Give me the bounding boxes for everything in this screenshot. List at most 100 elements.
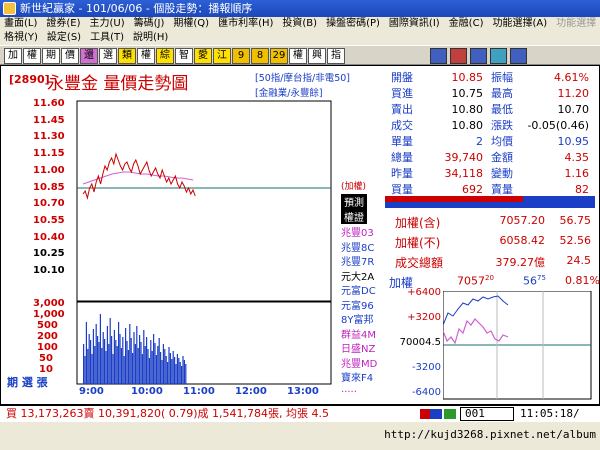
toolbar-icon-1[interactable] xyxy=(450,48,467,64)
menu-item-row2-0[interactable]: 格視(Y) xyxy=(4,32,38,43)
menu-item-row1-8[interactable]: 國際資訊(I) xyxy=(389,18,440,29)
menu-item-row1-9[interactable]: 金融(C) xyxy=(449,18,484,29)
toolbar-button-10[interactable]: 愛 xyxy=(194,48,212,64)
volume-bar xyxy=(97,336,99,384)
warrant-item[interactable]: 8Y富邦 xyxy=(341,311,373,326)
volume-bar xyxy=(146,337,148,384)
quote-label: 變動 xyxy=(491,167,513,180)
toolbar-button-9[interactable]: 智 xyxy=(175,48,193,64)
toolbar-button-0[interactable]: 加 xyxy=(4,48,22,64)
menu-item-row2-1[interactable]: 設定(S) xyxy=(47,32,81,43)
warrant-item[interactable]: 兆豐03 xyxy=(341,224,374,239)
status-blue-indicator xyxy=(430,409,442,419)
toolbar-button-16[interactable]: 興 xyxy=(308,48,326,64)
menu-item-row1-7[interactable]: 操盤密碼(P) xyxy=(326,18,380,29)
menu-item-row2-3[interactable]: 說明(H) xyxy=(133,32,168,43)
mini-axis-tick: -6400 xyxy=(411,387,441,398)
warrant-item[interactable]: 群益4M xyxy=(341,326,376,341)
price-tick: 10.85 xyxy=(33,181,65,193)
volume-bar xyxy=(171,359,173,384)
warrant-item[interactable]: 日盛NZ xyxy=(341,340,375,355)
menu-row-1: 畫面(L) 證券(E) 主力(U) 籌碼(J) 期權(Q) 匯市利率(H) 投資(B) 操盤密… xyxy=(4,17,600,31)
menu-item-row2-2[interactable]: 工具(T) xyxy=(90,32,124,43)
toolbar: 加權期價還選類權綜智愛江 9 8 29 權興指 xyxy=(0,45,600,65)
toolbar-button-8[interactable]: 綜 xyxy=(156,48,174,64)
warrant-item[interactable]: 寶來F4 xyxy=(341,369,373,384)
warrant-item[interactable]: 元富96 xyxy=(341,297,374,312)
volume-bar xyxy=(133,332,135,384)
quote-value: 4.35 xyxy=(564,151,590,164)
quote-label: 最低 xyxy=(491,103,513,116)
menu-item-row1-1[interactable]: 證券(E) xyxy=(46,18,80,29)
toolbar-button-3[interactable]: 價 xyxy=(61,48,79,64)
toolbar-icon-3[interactable] xyxy=(490,48,507,64)
toolbar-icon-0[interactable] xyxy=(430,48,447,64)
quote-label: 振幅 xyxy=(491,71,513,84)
toolbar-button-6[interactable]: 類 xyxy=(118,48,136,64)
mini-percent: 0.81% xyxy=(565,274,600,287)
quote-value: -0.05(0.46) xyxy=(527,119,589,132)
toolbar-button-11[interactable]: 江 xyxy=(213,48,231,64)
index-panel-value: 6058.42 xyxy=(499,234,546,247)
volume-bar xyxy=(147,349,149,384)
toolbar-button-1[interactable]: 權 xyxy=(23,48,41,64)
volume-tick: 3,000 xyxy=(33,298,65,309)
toolbar-button-2[interactable]: 期 xyxy=(42,48,60,64)
volume-bar xyxy=(118,322,120,384)
warrant-item[interactable]: 兆豐MD xyxy=(341,355,377,370)
toolbar-button-14[interactable]: 29 xyxy=(270,48,288,64)
time-tick: 12:00 xyxy=(235,386,267,397)
toolbar-icon-4[interactable] xyxy=(510,48,527,64)
price-grid-frame xyxy=(76,100,332,302)
volume-bar xyxy=(144,346,146,384)
volume-tick: 1,000 xyxy=(33,309,65,320)
volume-bar xyxy=(178,358,180,384)
warrant-item[interactable]: 兆豐8C xyxy=(341,239,374,254)
menu-item-row1-0[interactable]: 畫面(L) xyxy=(4,18,37,29)
menu-item-row1-2[interactable]: 主力(U) xyxy=(90,18,125,29)
quote-value: 10.70 xyxy=(557,103,590,116)
toolbar-button-7[interactable]: 權 xyxy=(137,48,155,64)
volume-bar xyxy=(119,334,121,384)
volume-bar xyxy=(115,340,117,384)
volume-bar xyxy=(113,330,115,384)
mini-axis-tick: -3200 xyxy=(411,362,441,373)
volume-bar xyxy=(106,326,108,384)
stock-code-input[interactable]: 001 xyxy=(460,407,514,421)
menu-item-row1-10[interactable]: 功能選擇(A) xyxy=(492,18,547,29)
volume-bar xyxy=(143,330,145,384)
menu-row-2: 格視(Y) 設定(S) 工具(T) 說明(H) xyxy=(4,31,177,45)
toolbar-button-15[interactable]: 權 xyxy=(289,48,307,64)
warrant-item[interactable]: ..... xyxy=(341,384,357,395)
menu-item-row1-3[interactable]: 籌碼(J) xyxy=(134,18,165,29)
volume-bar xyxy=(104,339,106,384)
status-text: 買 13,173,263賣 10,391,820( 0.79)成 1,541,7… xyxy=(6,407,329,420)
menu-item-row1-11[interactable]: 功能選擇 xyxy=(556,18,596,29)
volume-bar xyxy=(99,314,101,384)
forecast-button[interactable]: 預測 xyxy=(341,194,367,209)
menu-item-row1-4[interactable]: 期權(Q) xyxy=(173,18,209,29)
index-mini-chart[interactable]: 加權 705720 5675 0.81% +6400 +3200 70004.5 -3… xyxy=(385,273,600,406)
toolbar-icon-2[interactable] xyxy=(470,48,487,64)
price-tick: 10.25 xyxy=(33,248,65,260)
menu-item-row1-6[interactable]: 投資(B) xyxy=(282,18,317,29)
volume-bar xyxy=(95,324,97,384)
quote-value: 34,118 xyxy=(444,167,484,180)
mini-axis-tick: +3200 xyxy=(407,312,441,323)
volume-bars xyxy=(83,314,187,384)
toolbar-button-13[interactable]: 8 xyxy=(251,48,269,64)
volume-bar xyxy=(91,354,93,384)
menu-item-row1-5[interactable]: 匯市利率(H) xyxy=(218,18,273,29)
quote-label: 金額 xyxy=(491,151,513,164)
toolbar-button-5[interactable]: 選 xyxy=(99,48,117,64)
toolbar-button-12[interactable]: 9 xyxy=(232,48,250,64)
toolbar-button-4[interactable]: 還 xyxy=(80,48,98,64)
volume-bar xyxy=(183,360,185,384)
warrant-item[interactable]: 元大2A xyxy=(341,268,374,283)
warrant-item[interactable]: 元富DC xyxy=(341,282,376,297)
warrant-item[interactable]: 兆豐7R xyxy=(341,253,374,268)
warrant-button[interactable]: 權證 xyxy=(341,209,367,224)
toolbar-button-17[interactable]: 指 xyxy=(327,48,345,64)
footer-url: http://kujd3268.pixnet.net/album xyxy=(384,428,596,441)
volume-bar xyxy=(122,337,124,384)
